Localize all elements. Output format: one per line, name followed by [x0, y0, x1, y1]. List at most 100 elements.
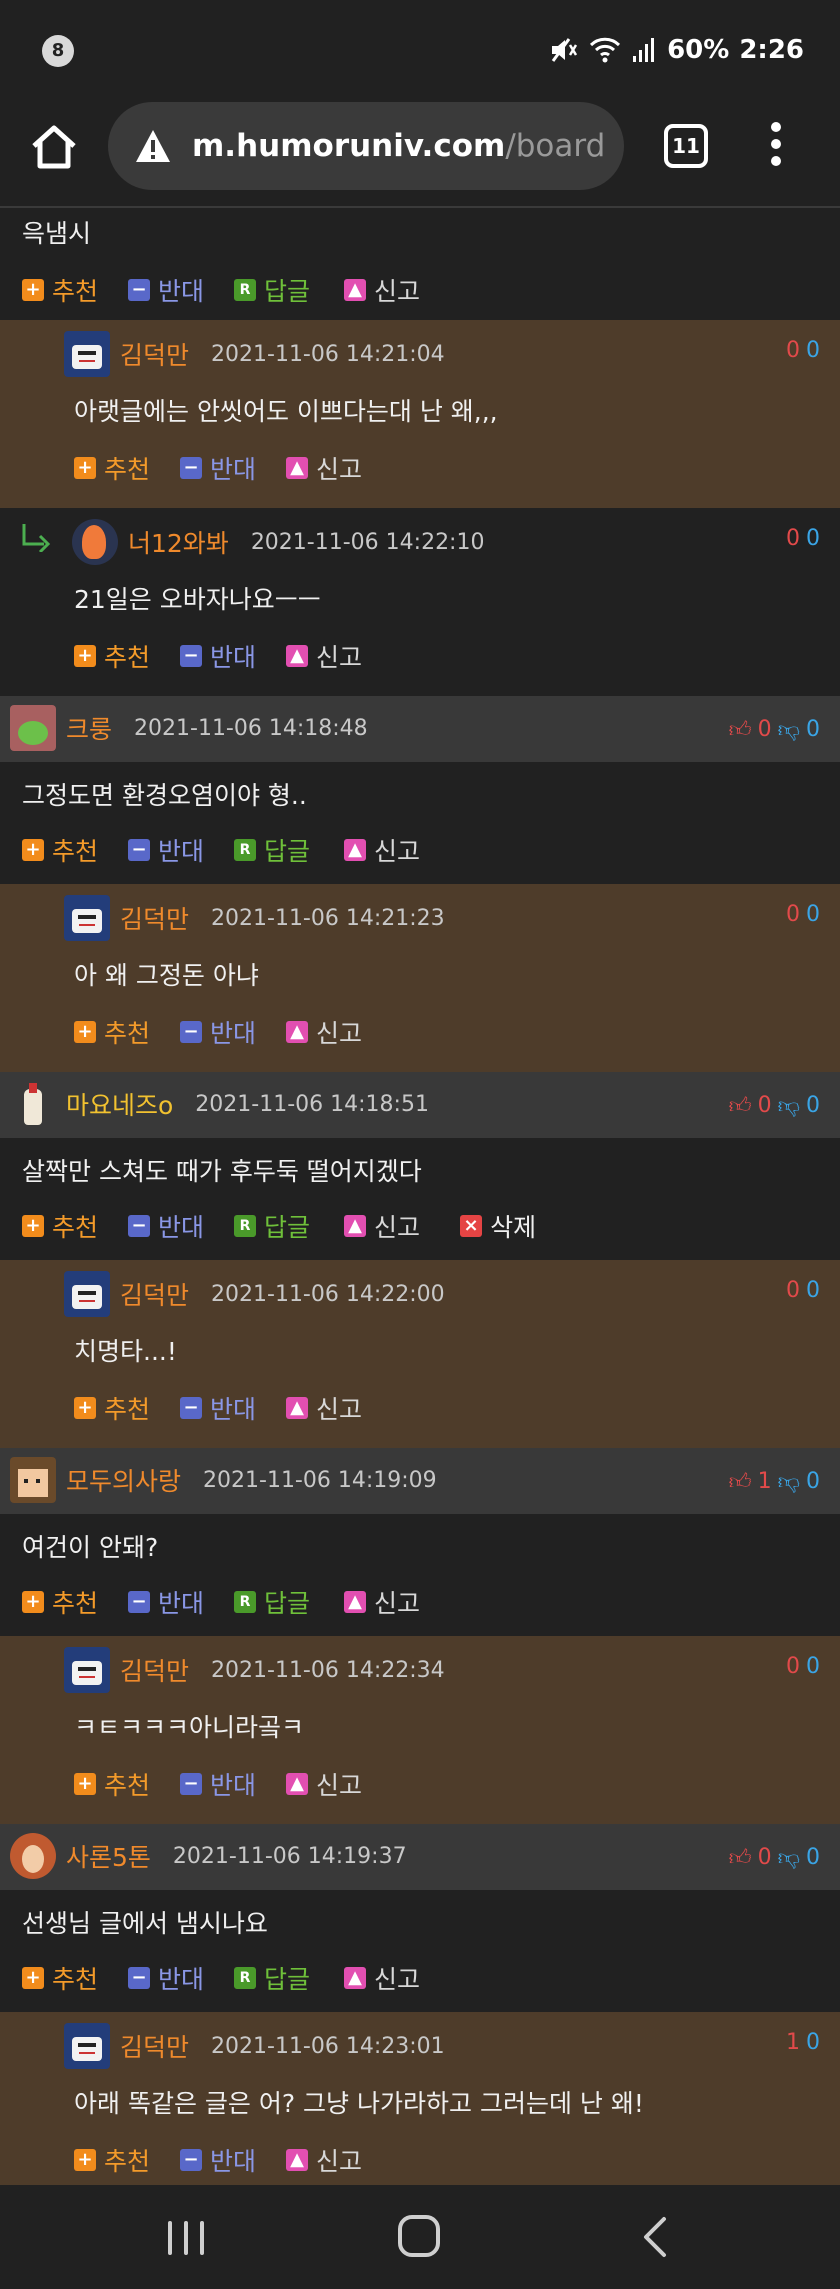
- username[interactable]: 김덕만: [120, 1652, 189, 1688]
- avatar[interactable]: [64, 1271, 110, 1317]
- vote-counts: 00: [786, 526, 820, 551]
- avatar[interactable]: [72, 519, 118, 565]
- comment-meta: 마요네즈o 2021-11-06 14:18:51: [10, 1080, 429, 1128]
- avatar[interactable]: [64, 331, 110, 377]
- report-button[interactable]: ▲ 신고: [344, 1584, 420, 1620]
- comment-date: 2021-11-06 14:18:51: [195, 1091, 429, 1117]
- recommend-button[interactable]: + 추천: [74, 1766, 150, 1802]
- oppose-button[interactable]: − 반대: [180, 450, 256, 486]
- username[interactable]: 김덕만: [120, 336, 189, 372]
- recommend-button[interactable]: + 추천: [74, 450, 150, 486]
- recommend-button[interactable]: + 추천: [22, 832, 98, 868]
- oppose-button[interactable]: − 반대: [180, 2142, 256, 2178]
- oppose-button[interactable]: − 반대: [180, 1390, 256, 1426]
- report-button[interactable]: ▲ 신고: [344, 272, 420, 308]
- reply-button[interactable]: R 답글: [234, 832, 310, 868]
- avatar[interactable]: [10, 1833, 56, 1879]
- reply-button[interactable]: R 답글: [234, 1208, 310, 1244]
- report-button[interactable]: ▲ 신고: [286, 638, 362, 674]
- siren-icon: ▲: [286, 1021, 309, 1043]
- report-button[interactable]: ▲ 신고: [286, 1766, 362, 1802]
- oppose-button[interactable]: − 반대: [180, 638, 256, 674]
- recommend-button[interactable]: + 추천: [22, 1208, 98, 1244]
- comment-actions: + 추천 − 반대 R 답글 ▲ 신고: [22, 1582, 450, 1622]
- username[interactable]: 김덕만: [120, 1276, 189, 1312]
- oppose-button[interactable]: − 반대: [128, 1960, 204, 1996]
- clock: 2:26: [739, 35, 804, 65]
- report-button[interactable]: ▲ 신고: [344, 1960, 420, 1996]
- thumbs-up-icon[interactable]: 👍︎: [729, 1092, 752, 1119]
- status-bar: 8 60% 2:26: [0, 0, 840, 100]
- plus-icon: +: [22, 1967, 44, 1989]
- reply-icon: R: [234, 1591, 257, 1613]
- home-icon[interactable]: [28, 122, 80, 174]
- address-bar[interactable]: m.humoruniv.com/board: [108, 102, 624, 190]
- thumbs-down-icon[interactable]: 👎︎: [778, 1844, 800, 1871]
- thumbs-up-icon[interactable]: 👍︎: [729, 1844, 752, 1871]
- oppose-button[interactable]: − 반대: [180, 1766, 256, 1802]
- comment-meta: 너12와봐 2021-11-06 14:22:10: [72, 518, 484, 566]
- reply-button[interactable]: R 답글: [234, 272, 310, 308]
- tab-switcher-button[interactable]: 11: [664, 124, 708, 168]
- avatar[interactable]: [10, 705, 56, 751]
- report-button[interactable]: ▲ 신고: [286, 450, 362, 486]
- oppose-button[interactable]: − 반대: [128, 832, 204, 868]
- report-button[interactable]: ▲ 신고: [344, 832, 420, 868]
- thumbs-up-icon[interactable]: 👍︎: [729, 716, 752, 743]
- thumbs-up-icon[interactable]: 👍︎: [729, 1468, 752, 1495]
- report-button[interactable]: ▲ 신고: [286, 1390, 362, 1426]
- recent-apps-icon[interactable]: [166, 2217, 206, 2257]
- report-button[interactable]: ▲ 신고: [286, 2142, 362, 2178]
- comment-actions: + 추천 − 반대 R 답글 ▲ 신고: [22, 1958, 450, 1998]
- oppose-button[interactable]: − 반대: [128, 1584, 204, 1620]
- recommend-button[interactable]: + 추천: [22, 1584, 98, 1620]
- reply-button[interactable]: R 답글: [234, 1584, 310, 1620]
- avatar[interactable]: [10, 1457, 56, 1503]
- thumbs-down-icon[interactable]: 👎︎: [778, 1468, 800, 1495]
- oppose-button[interactable]: − 반대: [180, 1014, 256, 1050]
- username[interactable]: 김덕만: [120, 2028, 189, 2064]
- vote-counts: 👍︎ 0 👎︎ 0: [728, 716, 820, 743]
- delete-button[interactable]: × 삭제: [460, 1208, 536, 1244]
- thumbs-down-icon[interactable]: 👎︎: [778, 1092, 800, 1119]
- recommend-button[interactable]: + 추천: [22, 272, 98, 308]
- back-icon[interactable]: [636, 2215, 672, 2259]
- oppose-button[interactable]: − 반대: [128, 1208, 204, 1244]
- recommend-button[interactable]: + 추천: [74, 2142, 150, 2178]
- report-button[interactable]: ▲ 신고: [286, 1014, 362, 1050]
- comment-text: 그정도면 환경오염이야 형..: [22, 781, 307, 810]
- comment-actions: + 추천 − 반대 R 답글 ▲ 신고: [22, 270, 450, 310]
- comment-text: 아래 똑같은 글은 어? 그냥 나가라하고 그러는데 난 왜!: [74, 2089, 644, 2118]
- comment-text: 아 왜 그정돈 아냐: [74, 961, 259, 990]
- thumbs-down-icon[interactable]: 👎︎: [778, 716, 800, 743]
- username[interactable]: 너12와봐: [128, 524, 229, 560]
- username[interactable]: 사론5톤: [66, 1838, 151, 1874]
- comment-date: 2021-11-06 14:19:09: [203, 1467, 437, 1493]
- avatar[interactable]: [64, 895, 110, 941]
- oppose-button[interactable]: − 반대: [128, 272, 204, 308]
- comment-item: 그정도면 환경오염이야 형.. + 추천 − 반대 R 답글 ▲ 신고: [0, 762, 840, 884]
- comment-meta: 크룽 2021-11-06 14:18:48: [10, 704, 368, 752]
- recommend-button[interactable]: + 추천: [22, 1960, 98, 1996]
- username[interactable]: 김덕만: [120, 900, 189, 936]
- recommend-button[interactable]: + 추천: [74, 1014, 150, 1050]
- comment-meta: 김덕만 2021-11-06 14:23:01: [64, 2022, 445, 2070]
- home-nav-icon[interactable]: [398, 2215, 440, 2257]
- more-menu-icon[interactable]: [766, 122, 786, 172]
- recommend-button[interactable]: + 추천: [74, 1390, 150, 1426]
- comment-text: 살짝만 스쳐도 때가 후두둑 떨어지겠다: [22, 1157, 422, 1186]
- report-button[interactable]: ▲ 신고: [344, 1208, 420, 1244]
- minus-icon: −: [180, 2149, 203, 2171]
- username[interactable]: 크룽: [66, 710, 112, 746]
- avatar[interactable]: [64, 2023, 110, 2069]
- warning-icon[interactable]: [134, 128, 172, 164]
- username[interactable]: 모두의사랑: [66, 1462, 181, 1498]
- vote-counts: 00: [786, 902, 820, 927]
- comment-meta: 모두의사랑 2021-11-06 14:19:09: [10, 1456, 437, 1504]
- avatar[interactable]: [10, 1081, 56, 1127]
- reply-button[interactable]: R 답글: [234, 1960, 310, 1996]
- avatar[interactable]: [64, 1647, 110, 1693]
- recommend-button[interactable]: + 추천: [74, 638, 150, 674]
- reply-item: 김덕만 2021-11-06 14:23:01 10 아래 똑같은 글은 어? …: [0, 2012, 840, 2185]
- username[interactable]: 마요네즈o: [66, 1086, 173, 1122]
